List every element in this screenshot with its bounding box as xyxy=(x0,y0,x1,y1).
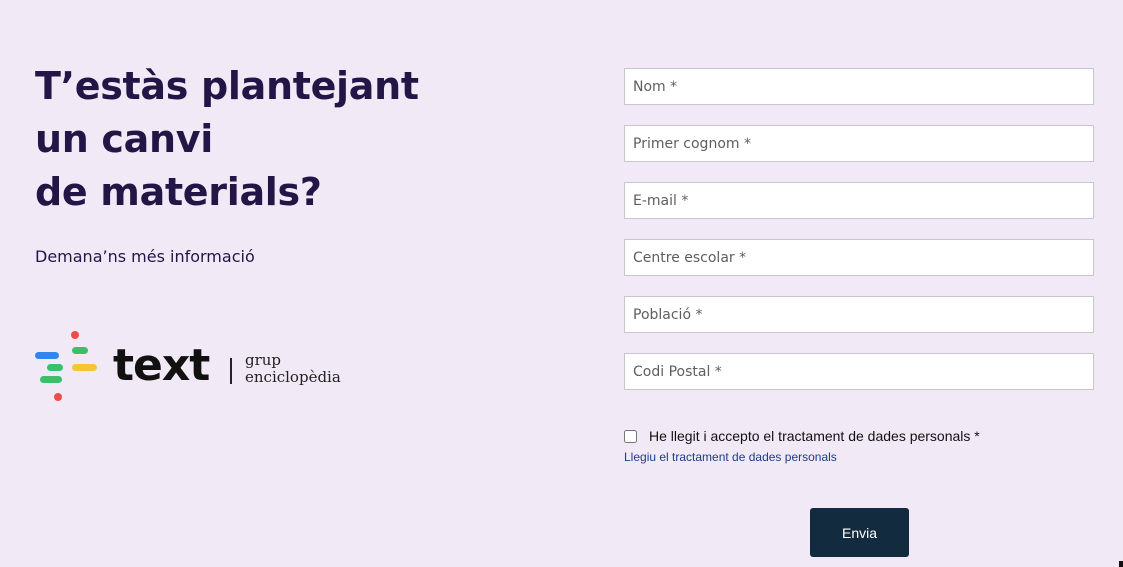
logo-group-line-2: enciclopèdia xyxy=(245,368,341,386)
page: T’estàs plantejant un canvi de materials… xyxy=(0,0,1123,567)
page-title: T’estàs plantejant un canvi de materials… xyxy=(35,60,555,219)
consent-block: He llegit i accepto el tractament de dad… xyxy=(624,428,1104,464)
logo-wordmark: text xyxy=(113,340,210,391)
consent-label[interactable]: He llegit i accepto el tractament de dad… xyxy=(649,428,980,444)
postal-code-field[interactable] xyxy=(624,353,1094,390)
headline-line-2: un canvi xyxy=(35,117,213,161)
logo-divider xyxy=(230,358,232,384)
logo-group-name: grup enciclopèdia xyxy=(245,352,341,386)
email-field[interactable] xyxy=(624,182,1094,219)
text-logo-dots-icon xyxy=(35,331,97,401)
consent-row: He llegit i accepto el tractament de dad… xyxy=(624,428,1104,444)
subtitle: Demana’ns més informació xyxy=(35,247,255,266)
town-field[interactable] xyxy=(624,296,1094,333)
contact-form xyxy=(624,68,1094,410)
school-field[interactable] xyxy=(624,239,1094,276)
brand-logo: text grup enciclopèdia xyxy=(35,330,345,405)
surname-field[interactable] xyxy=(624,125,1094,162)
logo-group-line-1: grup xyxy=(245,351,282,369)
hero-section: T’estàs plantejant un canvi de materials… xyxy=(35,60,555,401)
submit-button[interactable]: Envia xyxy=(810,508,909,557)
scroll-corner-marker xyxy=(1119,561,1123,567)
privacy-policy-link[interactable]: Llegiu el tractament de dades personals xyxy=(624,450,1104,464)
headline-line-1: T’estàs plantejant xyxy=(35,64,419,108)
headline-line-3: de materials? xyxy=(35,170,322,214)
name-field[interactable] xyxy=(624,68,1094,105)
privacy-consent-checkbox[interactable] xyxy=(624,429,637,443)
